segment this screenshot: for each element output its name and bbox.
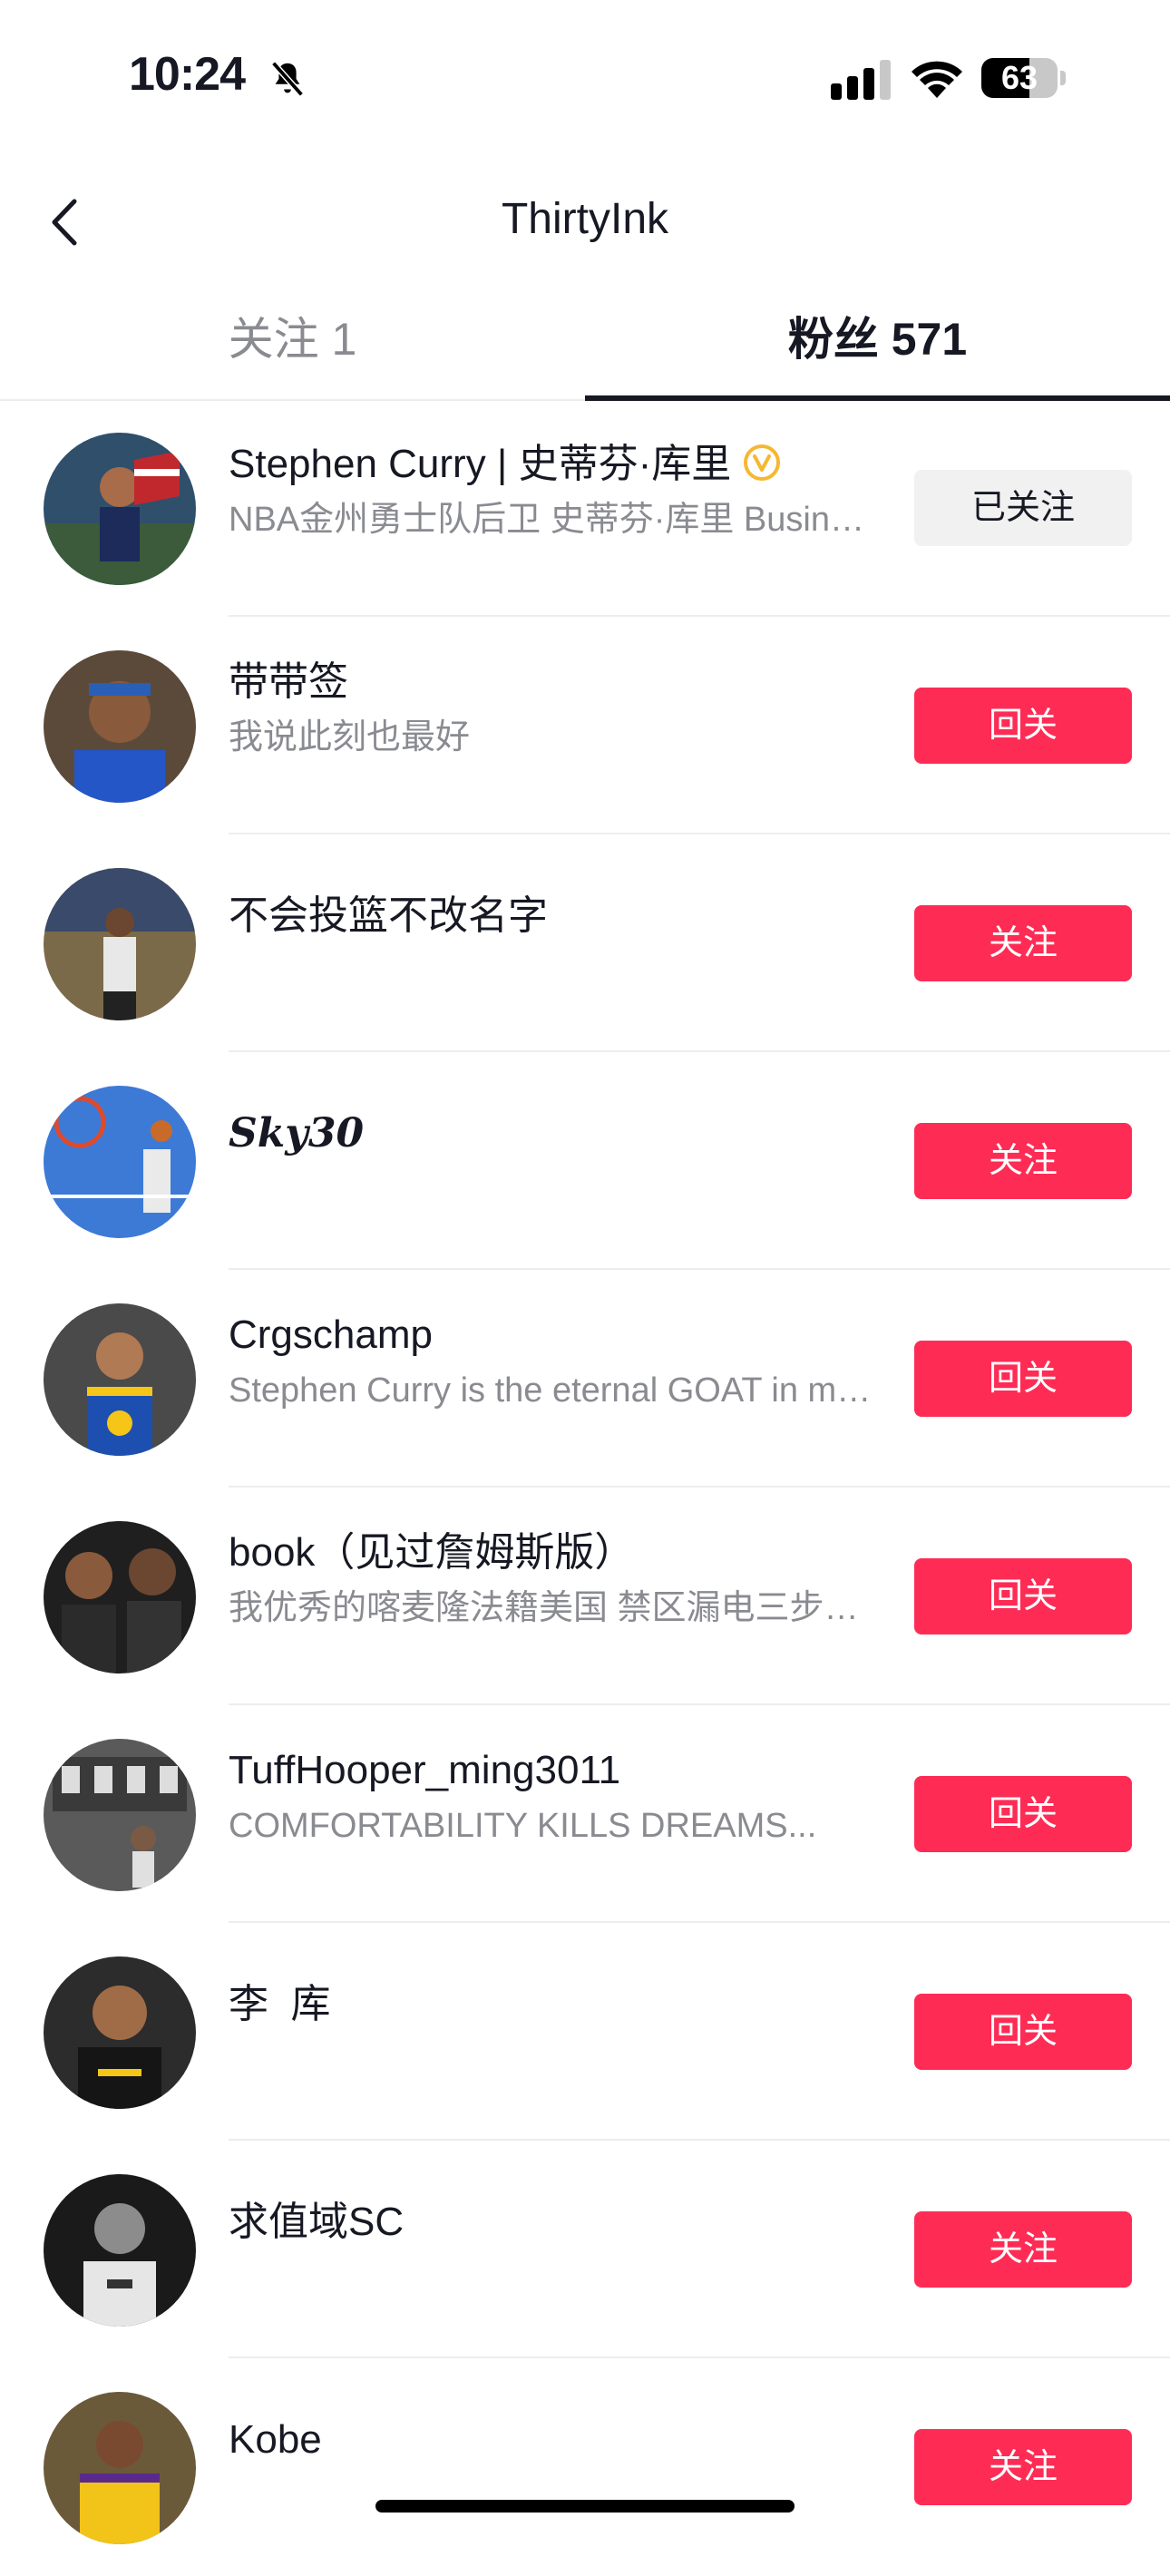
- user-name: 带带签: [229, 659, 348, 704]
- user-name: Kobe: [229, 2417, 322, 2462]
- nav-bar: ThirtyInk: [0, 172, 1170, 272]
- follow-back-button[interactable]: 回关: [914, 1558, 1132, 1634]
- user-name: TuffHooper_ming3011: [229, 1748, 621, 1792]
- verified-badge-icon: [744, 444, 781, 482]
- battery-level: 63: [1000, 59, 1038, 96]
- avatar[interactable]: [44, 1956, 196, 2109]
- avatar[interactable]: [44, 650, 196, 803]
- avatar[interactable]: [44, 433, 196, 585]
- status-time: 10:24: [129, 48, 246, 101]
- tab-followers[interactable]: 粉丝 571: [585, 281, 1170, 399]
- avatar[interactable]: [44, 1303, 196, 1456]
- list-item[interactable]: 带带签 我说此刻也最好 回关: [0, 617, 1170, 834]
- list-item[interactable]: 𝑺𝒌𝒚30 关注: [0, 1052, 1170, 1270]
- avatar[interactable]: [44, 1521, 196, 1673]
- avatar[interactable]: [44, 1086, 196, 1238]
- wifi-icon: [912, 61, 962, 98]
- bell-slash-icon: [271, 61, 304, 97]
- user-name: 求值域SC: [229, 2200, 405, 2244]
- avatar[interactable]: [44, 1739, 196, 1891]
- follow-button[interactable]: 关注: [914, 2429, 1132, 2505]
- user-name: book（见过詹姆斯版）: [229, 1530, 635, 1575]
- status-bar: 10:24 63: [0, 0, 1170, 154]
- user-bio: 我优秀的喀麦隆法籍美国 禁区漏电三步上篮: [229, 1589, 882, 1627]
- list-item[interactable]: Kobe 关注: [0, 2358, 1170, 2576]
- battery-icon: 63: [981, 58, 1067, 98]
- list-item[interactable]: 李 库 回关: [0, 1923, 1170, 2141]
- avatar[interactable]: [44, 868, 196, 1020]
- list-item[interactable]: 不会投篮不改名字 关注: [0, 834, 1170, 1052]
- list-item[interactable]: Crgschamp Stephen Curry is the eternal G…: [0, 1270, 1170, 1488]
- tab-following[interactable]: 关注 1: [0, 281, 585, 399]
- follow-back-button[interactable]: 回关: [914, 1994, 1132, 2070]
- user-bio: Stephen Curry is the eternal GOAT in my …: [229, 1371, 882, 1410]
- follow-button[interactable]: 关注: [914, 1123, 1132, 1199]
- follow-back-button[interactable]: 回关: [914, 688, 1132, 764]
- user-bio: COMFORTABILITY KILLS DREAMS...: [229, 1807, 817, 1845]
- list-item[interactable]: 求值域SC 关注: [0, 2141, 1170, 2358]
- list-item[interactable]: Stephen Curry | 史蒂芬·库里 NBA金州勇士队后卫 史蒂芬·库里…: [0, 399, 1170, 617]
- user-name: 李 库: [229, 1982, 331, 2026]
- user-bio: 我说此刻也最好: [229, 718, 471, 756]
- following-button[interactable]: 已关注: [914, 470, 1132, 546]
- follow-back-button[interactable]: 回关: [914, 1776, 1132, 1852]
- home-indicator[interactable]: [375, 2500, 795, 2513]
- follow-button[interactable]: 关注: [914, 905, 1132, 981]
- list-item[interactable]: TuffHooper_ming3011 COMFORTABILITY KILLS…: [0, 1705, 1170, 1923]
- page-title: ThirtyInk: [501, 195, 669, 243]
- user-name: Crgschamp: [229, 1312, 433, 1357]
- user-name: 不会投篮不改名字: [229, 893, 548, 938]
- avatar[interactable]: [44, 2174, 196, 2327]
- list-item[interactable]: book（见过詹姆斯版） 我优秀的喀麦隆法籍美国 禁区漏电三步上篮 回关: [0, 1488, 1170, 1705]
- follow-back-button[interactable]: 回关: [914, 1341, 1132, 1417]
- tab-bar: 关注 1 粉丝 571: [0, 281, 1170, 401]
- cellular-signal-icon: [831, 60, 891, 100]
- user-name-text: Stephen Curry | 史蒂芬·库里: [229, 442, 732, 486]
- avatar[interactable]: [44, 2392, 196, 2544]
- user-name: 𝑺𝒌𝒚30: [229, 1110, 365, 1156]
- user-name: Stephen Curry | 史蒂芬·库里: [229, 439, 882, 490]
- follow-button[interactable]: 关注: [914, 2211, 1132, 2288]
- user-bio: NBA金州勇士队后卫 史蒂芬·库里 Business inquiries: [229, 501, 882, 539]
